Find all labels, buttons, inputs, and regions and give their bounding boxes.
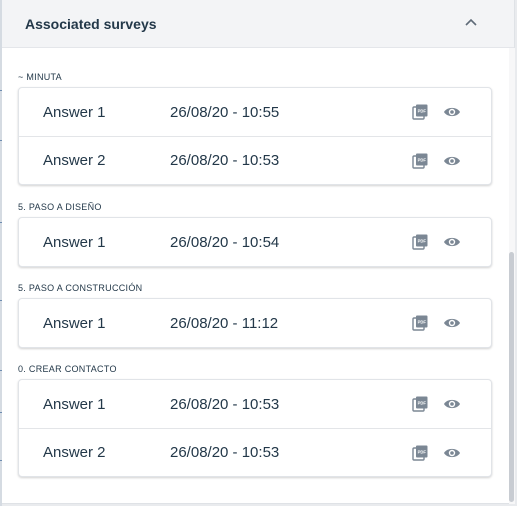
survey-answer-row[interactable]: Answer 1 26/08/20 - 10:55 PDF xyxy=(19,88,491,136)
eye-icon[interactable] xyxy=(443,317,461,329)
svg-text:PDF: PDF xyxy=(418,158,427,163)
survey-answer-row[interactable]: Answer 1 26/08/20 - 10:53 PDF xyxy=(19,380,491,428)
survey-card: Answer 1 26/08/20 - 10:54 PDF xyxy=(18,217,492,267)
svg-text:PDF: PDF xyxy=(418,109,427,114)
svg-text:PDF: PDF xyxy=(418,401,427,406)
scrollbar-thumb[interactable] xyxy=(509,252,514,502)
chevron-up-icon[interactable] xyxy=(464,17,478,27)
section-label: ~ MINUTA xyxy=(18,72,62,82)
section-label: 5. PASO A DISEÑO xyxy=(18,202,102,212)
answer-name: Answer 1 xyxy=(43,103,106,121)
pdf-file-icon[interactable]: PDF xyxy=(412,153,428,169)
eye-icon[interactable] xyxy=(443,106,461,118)
answer-date: 26/08/20 - 10:55 xyxy=(170,103,280,121)
eye-icon[interactable] xyxy=(443,447,461,459)
eye-icon[interactable] xyxy=(443,236,461,248)
answer-date: 26/08/20 - 10:53 xyxy=(170,152,280,169)
survey-card: Answer 1 26/08/20 - 10:55 PDF Answer 2 26/08… xyxy=(18,87,492,185)
answer-name: Answer 1 xyxy=(43,233,106,251)
pdf-file-icon[interactable]: PDF xyxy=(412,234,428,250)
survey-card: Answer 1 26/08/20 - 11:12 PDF xyxy=(18,298,492,348)
answer-name: Answer 1 xyxy=(43,314,106,332)
survey-answer-row[interactable]: Answer 2 26/08/20 - 10:53 PDF xyxy=(19,428,491,476)
eye-icon[interactable] xyxy=(443,155,461,167)
answer-name: Answer 2 xyxy=(43,152,106,169)
answer-name: Answer 1 xyxy=(43,395,106,413)
pdf-file-icon[interactable]: PDF xyxy=(412,104,428,120)
survey-answer-row[interactable]: Answer 1 26/08/20 - 11:12 PDF xyxy=(19,299,491,347)
survey-card: Answer 1 26/08/20 - 10:53 PDF Answer 2 26/08… xyxy=(18,379,492,477)
svg-text:PDF: PDF xyxy=(418,239,427,244)
survey-answer-row[interactable]: Answer 1 26/08/20 - 10:54 PDF xyxy=(19,218,491,266)
answer-date: 26/08/20 - 10:53 xyxy=(170,395,280,413)
associated-surveys-panel: Associated surveys ~ MINUTA Answer 1 26/08… xyxy=(2,0,515,504)
svg-text:PDF: PDF xyxy=(418,320,427,325)
pdf-file-icon[interactable]: PDF xyxy=(412,315,428,331)
survey-answer-row[interactable]: Answer 2 26/08/20 - 10:53 PDF xyxy=(19,136,491,184)
answer-date: 26/08/20 - 10:54 xyxy=(170,233,280,251)
answer-name: Answer 2 xyxy=(43,444,106,461)
svg-text:PDF: PDF xyxy=(418,450,427,455)
eye-icon[interactable] xyxy=(443,398,461,410)
answer-date: 26/08/20 - 10:53 xyxy=(170,444,280,461)
pdf-file-icon[interactable]: PDF xyxy=(412,445,428,461)
section-label: 0. CREAR CONTACTO xyxy=(18,364,117,374)
panel-header[interactable]: Associated surveys xyxy=(2,0,514,48)
pdf-file-icon[interactable]: PDF xyxy=(412,396,428,412)
answer-date: 26/08/20 - 11:12 xyxy=(170,314,279,332)
panel-title: Associated surveys xyxy=(25,15,157,32)
section-label: 5. PASO A CONSTRUCCIÓN xyxy=(18,283,143,293)
